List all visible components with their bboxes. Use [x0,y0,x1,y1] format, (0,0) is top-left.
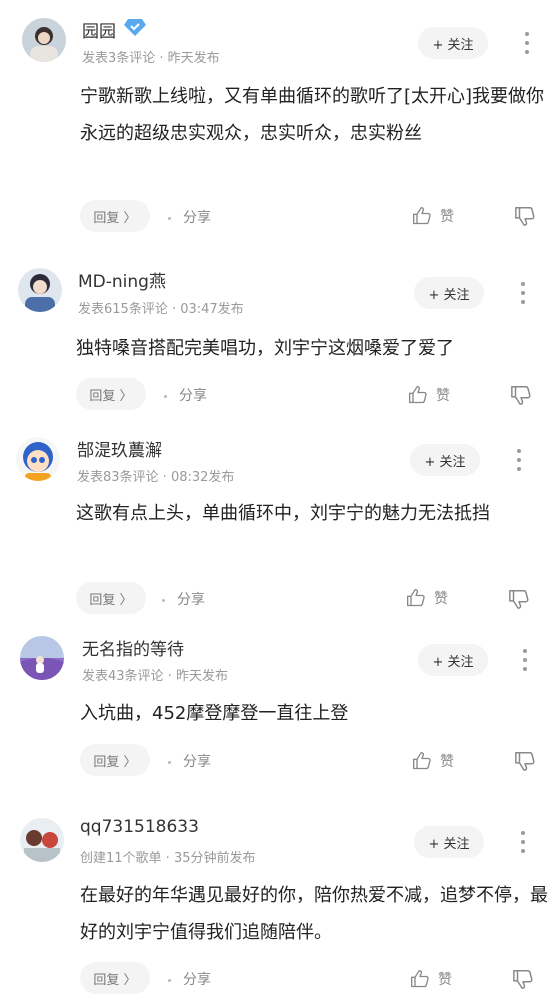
thumbs-down-icon [509,590,529,609]
share-link[interactable]: 分享 [168,969,211,989]
like-label: 赞 [436,388,450,404]
dislike-button[interactable] [510,384,532,406]
thumbs-up-icon [413,752,431,770]
comment-text: 这歌有点上头，单曲循环中，刘宇宁的魅力无法抵挡 [76,503,490,524]
thumbs-up-icon [407,589,425,607]
separator-dot [162,598,165,602]
dislike-button[interactable] [508,588,530,610]
follow-button[interactable]: + 关注 [414,277,484,309]
separator-dot [164,394,167,398]
dislike-button[interactable] [514,205,536,227]
comment-text: 入坑曲，452摩登摩登一直往上登 [80,703,349,724]
share-link[interactable]: 分享 [164,385,207,405]
more-options-icon[interactable] [514,449,524,471]
like-label: 赞 [440,209,454,225]
follow-button[interactable]: + 关注 [410,444,480,476]
username[interactable]: 郜湜玖蕽澥 [77,436,162,461]
separator-dot [168,760,171,764]
thumbs-down-icon [515,207,535,226]
thumbs-up-icon [413,207,431,225]
more-options-icon[interactable] [522,32,532,54]
comment-meta: 发表615条评论 · 03:47发布 [78,302,244,317]
share-link[interactable]: 分享 [162,589,205,609]
username[interactable]: 无名指的等待 [82,635,184,660]
avatar[interactable] [18,268,62,312]
separator-dot [168,216,171,220]
comment-text: 独特嗓音搭配完美唱功，刘宇宁这烟嗓爱了爱了 [76,338,454,359]
share-label: 分享 [177,592,205,608]
thumbs-up-icon [409,386,427,404]
avatar[interactable] [16,437,60,481]
follow-button[interactable]: + 关注 [414,826,484,858]
username[interactable]: MD-ning燕 [78,267,166,292]
thumbs-down-icon [513,970,533,989]
comment-meta: 发表43条评论 · 昨天发布 [82,669,228,684]
comment-meta: 发表3条评论 · 昨天发布 [82,51,220,66]
like-button[interactable]: 赞 [412,751,454,771]
follow-button[interactable]: + 关注 [418,644,488,676]
share-link[interactable]: 分享 [168,207,211,227]
share-label: 分享 [183,210,211,226]
like-button[interactable]: 赞 [410,969,452,989]
reply-button[interactable]: 回复 〉 [80,744,150,776]
verified-badge-icon [124,18,146,36]
more-options-icon[interactable] [520,649,530,671]
username[interactable]: qq731518633 [80,817,199,837]
thumbs-up-icon [411,970,429,988]
follow-button[interactable]: + 关注 [418,27,488,59]
dislike-button[interactable] [514,750,536,772]
dislike-button[interactable] [512,968,534,990]
share-label: 分享 [183,754,211,770]
share-label: 分享 [183,972,211,988]
like-button[interactable]: 赞 [408,385,450,405]
more-options-icon[interactable] [518,282,528,304]
thumbs-down-icon [515,752,535,771]
like-button[interactable]: 赞 [406,588,448,608]
like-button[interactable]: 赞 [412,206,454,226]
share-link[interactable]: 分享 [168,751,211,771]
reply-button[interactable]: 回复 〉 [80,200,150,232]
like-label: 赞 [438,972,452,988]
comment-meta: 发表83条评论 · 08:32发布 [77,470,235,485]
thumbs-down-icon [511,386,531,405]
comment-text: 宁歌新歌上线啦，又有单曲循环的歌听了[太开心]我要做你永远的超级忠实观众，忠实听… [80,86,545,144]
avatar[interactable] [22,18,66,62]
separator-dot [168,978,171,982]
reply-button[interactable]: 回复 〉 [76,582,146,614]
share-label: 分享 [179,388,207,404]
comment-meta: 创建11个歌单 · 35分钟前发布 [80,851,256,866]
avatar[interactable] [20,818,64,862]
reply-button[interactable]: 回复 〉 [80,962,150,994]
more-options-icon[interactable] [518,831,528,853]
reply-button[interactable]: 回复 〉 [76,378,146,410]
comment-text: 在最好的年华遇见最好的你，陪你热爱不减，追梦不停，最好的刘宇宁值得我们追随陪伴。 [80,885,548,943]
avatar[interactable] [20,636,64,680]
like-label: 赞 [434,591,448,607]
like-label: 赞 [440,754,454,770]
username[interactable]: 园园 [82,17,116,42]
